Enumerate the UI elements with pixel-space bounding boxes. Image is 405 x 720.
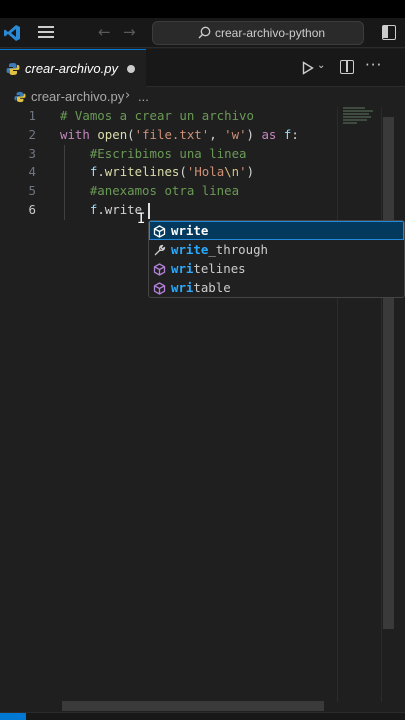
code-token: open bbox=[97, 126, 128, 142]
chevron-down-icon[interactable]: ⌄ bbox=[317, 60, 325, 71]
code-token: ) bbox=[246, 164, 255, 180]
command-center-search[interactable]: crear-archivo-python bbox=[152, 21, 364, 45]
suggestion-item[interactable]: writable bbox=[149, 278, 404, 297]
tab-label: crear-archivo.py bbox=[25, 61, 118, 76]
suggestion-label: writable bbox=[171, 278, 231, 297]
suggestion-item[interactable]: write_through bbox=[149, 240, 404, 259]
mouse-ibeam-icon: I bbox=[137, 211, 146, 227]
code-token: . bbox=[97, 164, 105, 180]
editor-tab-bar: crear-archivo.py ⌄ ··· bbox=[0, 49, 405, 87]
code-editor[interactable]: 1 # Vamos a crear un archivo 2 with open('f… bbox=[0, 107, 405, 711]
code-token: ( bbox=[127, 126, 135, 142]
line-text: with open('file.txt', 'w') as f: bbox=[60, 126, 299, 145]
suggestion-match: write bbox=[171, 242, 209, 257]
line-number: 3 bbox=[28, 145, 36, 161]
run-play-icon[interactable] bbox=[302, 61, 314, 75]
code-token: as bbox=[261, 126, 277, 142]
suggestion-match: write bbox=[171, 223, 209, 238]
suggestion-rest: table bbox=[193, 280, 231, 295]
split-editor-icon[interactable] bbox=[340, 60, 354, 74]
code-token: , bbox=[209, 126, 225, 142]
code-token: : bbox=[291, 126, 299, 142]
python-file-icon bbox=[14, 91, 26, 103]
line-text: #anexamos otra linea bbox=[60, 182, 239, 201]
line-number: 5 bbox=[28, 183, 36, 199]
line-number: 2 bbox=[28, 126, 36, 142]
vertical-scrollbar[interactable] bbox=[381, 107, 395, 702]
tab-crear-archivo[interactable]: crear-archivo.py bbox=[0, 49, 146, 87]
scrollbar-thumb[interactable] bbox=[383, 117, 394, 629]
line-text: #Escribimos una linea bbox=[60, 145, 247, 164]
cube-icon bbox=[153, 224, 166, 238]
code-token: #anexamos otra linea bbox=[89, 183, 240, 199]
device-status-bar bbox=[0, 0, 405, 18]
wrench-icon bbox=[153, 243, 166, 256]
indent-guide bbox=[64, 144, 65, 220]
cube-icon bbox=[153, 262, 166, 276]
arrow-left-icon[interactable]: ← bbox=[98, 23, 111, 41]
autocomplete-widget[interactable]: write write_through writelines writable bbox=[148, 220, 405, 298]
line-number: 4 bbox=[28, 164, 36, 180]
status-bar bbox=[0, 712, 405, 720]
search-text: crear-archivo-python bbox=[215, 26, 326, 40]
cube-icon bbox=[153, 281, 166, 295]
arrow-right-icon[interactable]: → bbox=[123, 23, 136, 41]
suggestion-label: writelines bbox=[171, 259, 246, 278]
breadcrumb-separator: › bbox=[125, 88, 131, 103]
remote-indicator[interactable] bbox=[0, 713, 26, 720]
toggle-sidebar-icon[interactable] bbox=[382, 25, 396, 40]
code-token: ' bbox=[239, 164, 247, 180]
horizontal-scrollbar[interactable] bbox=[62, 701, 324, 711]
editor-ruler bbox=[337, 107, 338, 702]
code-token: writelines bbox=[104, 164, 180, 180]
title-bar: ← → crear-archivo-python bbox=[0, 18, 405, 48]
suggestion-item[interactable]: write bbox=[149, 221, 404, 240]
line-number: 1 bbox=[28, 108, 36, 123]
line-text: f.writelines('Hola\n') bbox=[60, 163, 254, 182]
breadcrumb-more[interactable]: ... bbox=[138, 89, 149, 104]
breadcrumb-file[interactable]: crear-archivo.py bbox=[31, 89, 124, 104]
code-token: . bbox=[97, 201, 105, 217]
search-icon bbox=[198, 26, 211, 39]
hamburger-menu-icon[interactable] bbox=[38, 26, 54, 40]
more-actions-icon[interactable]: ··· bbox=[365, 56, 382, 74]
suggestion-item[interactable]: writelines bbox=[149, 259, 404, 278]
code-token: \n bbox=[224, 164, 240, 180]
code-token: ) bbox=[246, 126, 262, 142]
code-token: # Vamos a crear un archivo bbox=[60, 108, 254, 123]
code-token: #Escribimos una linea bbox=[89, 145, 247, 161]
code-token: with bbox=[60, 126, 90, 142]
suggestion-label: write bbox=[171, 221, 208, 240]
suggestion-rest: telines bbox=[193, 261, 246, 276]
minimap[interactable] bbox=[343, 107, 381, 147]
breadcrumb: crear-archivo.py › ... bbox=[0, 87, 405, 107]
text-cursor bbox=[148, 203, 150, 219]
code-token: 'w' bbox=[224, 126, 247, 142]
unsaved-dot-icon[interactable] bbox=[127, 65, 135, 73]
suggestion-match: wri bbox=[171, 280, 194, 295]
vscode-logo-icon bbox=[4, 25, 20, 41]
code-token: ( bbox=[179, 164, 187, 180]
python-file-icon bbox=[6, 63, 20, 75]
code-token: 'Hola bbox=[186, 164, 225, 180]
line-text: f.write bbox=[60, 201, 142, 220]
line-number: 6 bbox=[28, 201, 36, 217]
line-text: # Vamos a crear un archivo bbox=[60, 107, 254, 126]
code-token: 'file.txt' bbox=[134, 126, 210, 142]
suggestion-label: write_through bbox=[171, 240, 268, 259]
suggestion-rest: _through bbox=[208, 242, 268, 257]
suggestion-match: wri bbox=[171, 261, 194, 276]
